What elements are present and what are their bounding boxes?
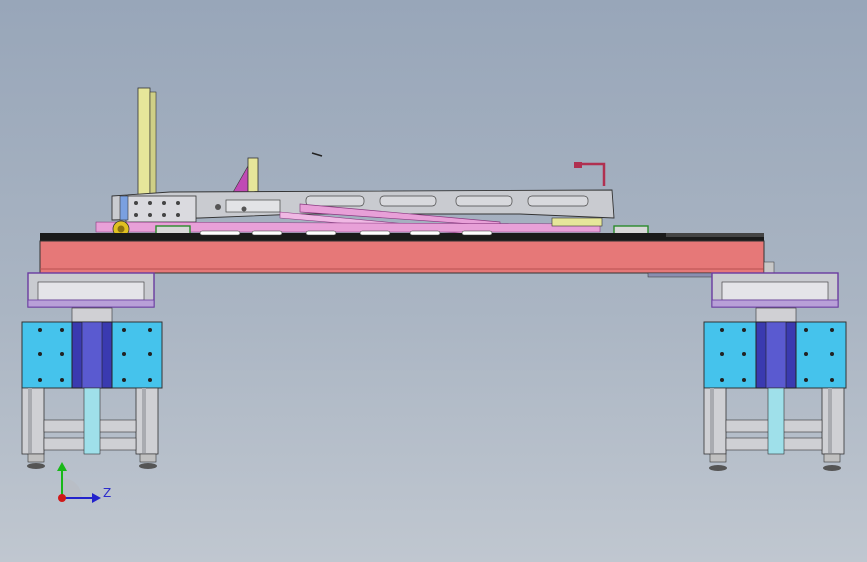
cad-viewport[interactable]: Z (0, 0, 867, 562)
middle-upright-plate (231, 157, 259, 197)
z-axis-label: Z (103, 486, 112, 500)
top-rail (40, 230, 764, 241)
main-beam (39, 240, 775, 278)
right-support (703, 272, 847, 471)
top-right-hook (574, 162, 606, 186)
assembly-side-view (21, 87, 847, 503)
left-support (21, 272, 163, 469)
yellow-tab (551, 217, 603, 227)
left-upright-plate (137, 87, 157, 197)
coordinate-triad-icon (57, 462, 101, 503)
small-pin (311, 152, 323, 157)
